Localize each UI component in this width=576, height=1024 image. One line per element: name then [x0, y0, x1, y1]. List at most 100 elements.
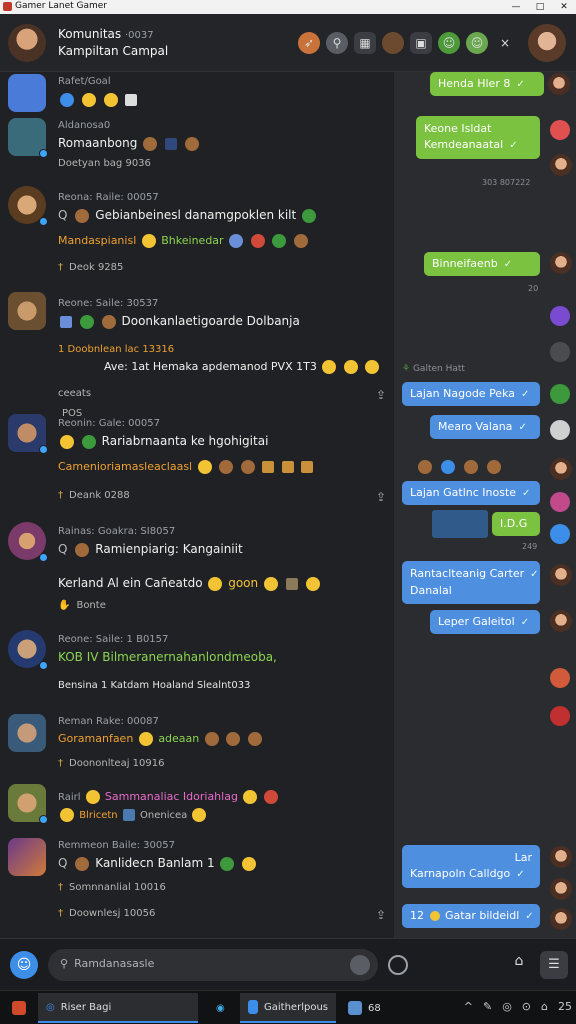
- emoji-icon[interactable]: [322, 360, 337, 374]
- emoji-icon[interactable]: ☺: [438, 32, 460, 54]
- taskbar-item[interactable]: ◎ Riser Bagi: [38, 993, 198, 1023]
- minimize-button[interactable]: —: [504, 0, 528, 14]
- share-icon[interactable]: ⇪: [376, 908, 386, 922]
- emoji-icon[interactable]: [550, 306, 570, 326]
- chat-bubble[interactable]: Lajan Gatlnc Inoste ✓: [402, 481, 540, 505]
- emoji-icon[interactable]: [75, 208, 90, 223]
- chat-avatar[interactable]: [550, 610, 572, 632]
- user-avatar[interactable]: [528, 24, 566, 62]
- emoji-icon[interactable]: [550, 384, 570, 404]
- chat-bubble[interactable]: Rantaclteanig Carter ✓ Danalal: [402, 561, 540, 604]
- discord-icon[interactable]: ☺: [10, 951, 38, 979]
- emoji-icon[interactable]: [81, 92, 96, 107]
- sticker-icon[interactable]: [60, 315, 72, 328]
- emoji-icon[interactable]: [75, 542, 90, 557]
- emoji-icon[interactable]: [247, 732, 262, 746]
- sticker-icon[interactable]: [281, 461, 294, 473]
- chat-bubble[interactable]: Lajan Nagode Peka ✓: [402, 382, 540, 406]
- emoji-icon[interactable]: [441, 459, 456, 474]
- emoji-icon[interactable]: [343, 360, 358, 374]
- tray-chevron-icon[interactable]: ^: [464, 1000, 473, 1013]
- post-avatar[interactable]: [8, 186, 48, 226]
- chat-bubble[interactable]: I.D.G: [492, 512, 540, 536]
- taskbar-item[interactable]: 68: [340, 993, 389, 1023]
- emoji-icon[interactable]: [242, 856, 257, 871]
- emoji-icon[interactable]: [204, 732, 219, 746]
- share-icon[interactable]: ⇪: [376, 388, 386, 402]
- community-avatar[interactable]: [8, 24, 46, 62]
- emoji-icon[interactable]: [138, 732, 153, 746]
- chat-avatar[interactable]: [550, 154, 572, 176]
- emoji-icon[interactable]: [272, 234, 287, 248]
- emoji-icon[interactable]: [85, 790, 100, 804]
- tray-home-icon[interactable]: ⌂: [541, 1000, 548, 1013]
- post-avatar[interactable]: [8, 74, 46, 112]
- chat-bubble[interactable]: Mearo Valana ✓: [430, 415, 540, 439]
- emoji-icon[interactable]: [550, 524, 570, 544]
- emoji-icon[interactable]: [75, 856, 90, 871]
- start-icon[interactable]: [4, 993, 34, 1023]
- mic-icon[interactable]: [350, 955, 370, 975]
- taskbar-app-icon[interactable]: ◉: [208, 993, 233, 1023]
- emoji-icon[interactable]: [101, 314, 116, 329]
- close-icon[interactable]: ×: [494, 32, 516, 54]
- post-avatar[interactable]: [8, 522, 48, 562]
- emoji-icon[interactable]: [264, 790, 279, 804]
- chat-avatar[interactable]: [550, 878, 572, 900]
- chat-bubble[interactable]: Henda Hler 8 ✓: [430, 72, 544, 96]
- chat-bubble[interactable]: Leper Galeitol ✓: [430, 610, 540, 634]
- emoji-icon[interactable]: [250, 234, 265, 248]
- emoji-icon[interactable]: [226, 732, 241, 746]
- post-avatar[interactable]: [8, 784, 48, 824]
- controller-icon[interactable]: ▦: [354, 32, 376, 54]
- home-icon[interactable]: ⌂: [508, 953, 530, 975]
- tray-network-icon[interactable]: ◎: [502, 1000, 512, 1013]
- sticker-icon[interactable]: [122, 809, 135, 821]
- post-avatar[interactable]: [8, 292, 46, 330]
- chat-bubble[interactable]: Binneifaenb ✓: [424, 252, 540, 276]
- sticker-icon[interactable]: [301, 461, 314, 473]
- chat-bubble[interactable]: 12 Gatar bildeidl ✓: [402, 904, 540, 928]
- search-icon[interactable]: ⚲: [326, 32, 348, 54]
- emoji-icon[interactable]: [263, 576, 278, 591]
- sticker-icon[interactable]: [262, 461, 275, 473]
- close-window-button[interactable]: ✕: [552, 0, 576, 14]
- rocket-icon[interactable]: ➶: [298, 32, 320, 54]
- emoji-icon[interactable]: [197, 460, 212, 474]
- chat-avatar[interactable]: [550, 252, 572, 274]
- emoji-icon[interactable]: [184, 136, 199, 151]
- chat-avatar[interactable]: [550, 564, 572, 586]
- emoji-icon[interactable]: [550, 492, 570, 512]
- emoji-icon[interactable]: [229, 234, 244, 248]
- post-avatar[interactable]: [8, 630, 48, 670]
- emoji-icon[interactable]: [464, 459, 479, 474]
- status-icon[interactable]: [550, 342, 570, 362]
- emoji-icon[interactable]: [429, 911, 440, 921]
- emoji-icon[interactable]: [550, 120, 570, 140]
- emoji-icon[interactable]: [305, 576, 320, 591]
- emoji-icon[interactable]: [550, 706, 570, 726]
- tray-pen-icon[interactable]: ✎: [483, 1000, 492, 1013]
- emoji-icon[interactable]: [550, 668, 570, 688]
- share-icon[interactable]: ⇪: [376, 490, 386, 504]
- emoji-icon[interactable]: [60, 808, 74, 822]
- post-avatar[interactable]: [8, 838, 46, 876]
- emoji-icon[interactable]: [220, 856, 235, 871]
- tray-clock[interactable]: 25: [558, 1000, 572, 1013]
- emoji-icon[interactable]: [143, 136, 158, 151]
- image-attachment[interactable]: [432, 510, 488, 538]
- sticker-icon[interactable]: [285, 577, 298, 590]
- emoji-icon[interactable]: [302, 208, 317, 223]
- menu-icon[interactable]: ☰: [540, 951, 568, 979]
- emoji-icon[interactable]: [60, 434, 74, 449]
- sticker-icon[interactable]: ▣: [410, 32, 432, 54]
- chat-avatar[interactable]: [548, 73, 570, 95]
- emoji-icon[interactable]: [192, 808, 207, 822]
- message-input[interactable]: ⚲ Ramdanasasle: [48, 949, 378, 981]
- emoji-icon[interactable]: [141, 234, 156, 248]
- chat-avatar[interactable]: [550, 458, 572, 480]
- chat-avatar[interactable]: [550, 908, 572, 930]
- blue-emoji-icon[interactable]: [60, 92, 74, 107]
- emoji-icon[interactable]: [79, 314, 94, 329]
- taskbar-item[interactable]: Gaitherlpous: [240, 993, 336, 1023]
